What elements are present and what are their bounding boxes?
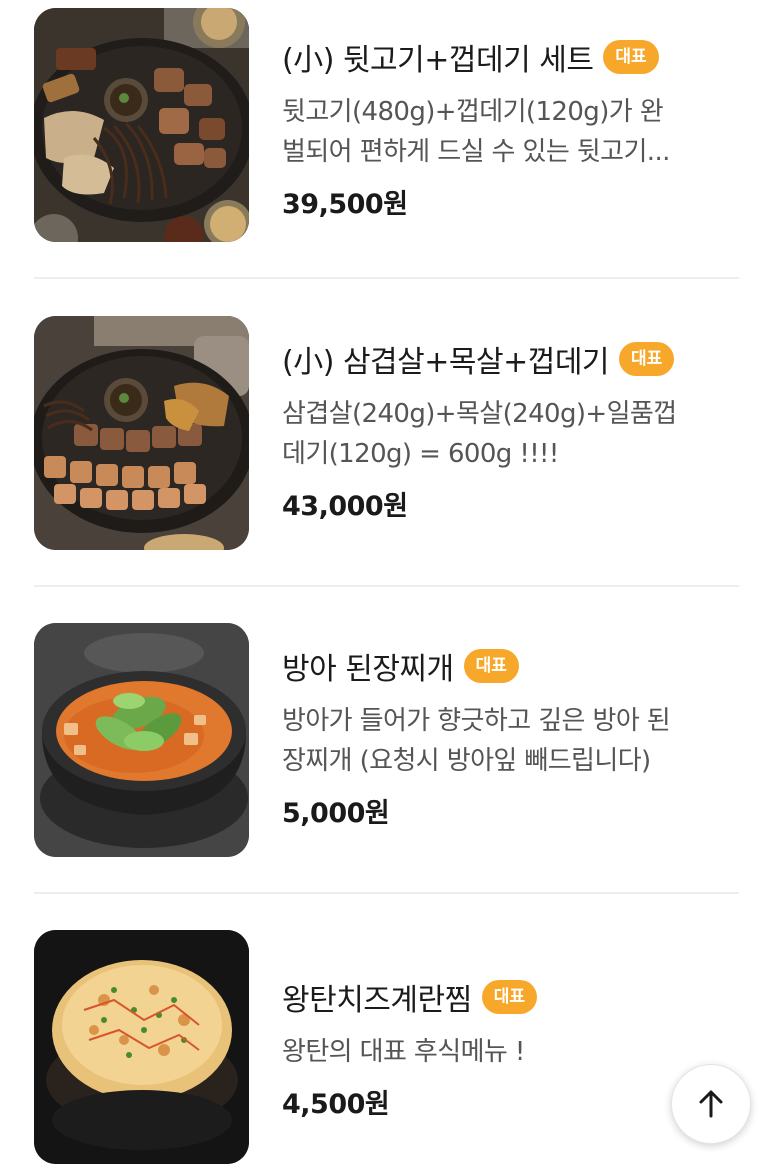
menu-item-description: 왕탄의 대표 후식메뉴 ! bbox=[282, 1037, 525, 1067]
menu-item-description: 삼겹살(240g)+목살(240g)+일품껍 데기(120g) = 600g !… bbox=[282, 399, 677, 469]
pork-belly-neck-skin-platter-image bbox=[34, 316, 249, 550]
signature-badge: 대표 bbox=[481, 980, 537, 1014]
signature-badge: 대표 bbox=[463, 649, 519, 683]
divider bbox=[34, 277, 739, 279]
menu-item[interactable]: 방아 된장찌개 대표 방아가 들어가 향긋하고 깊은 방아 된 장찌개 (요청시… bbox=[0, 623, 773, 863]
signature-badge: 대표 bbox=[619, 342, 675, 376]
menu-item-image[interactable] bbox=[34, 623, 249, 857]
scroll-to-top-button[interactable] bbox=[671, 1064, 751, 1144]
menu-item-price: 39,500원 bbox=[282, 189, 408, 220]
menu-item[interactable]: 왕탄치즈계란찜 대표 왕탄의 대표 후식메뉴 ! 4,500원 bbox=[0, 930, 773, 1170]
menu-item-image[interactable] bbox=[34, 316, 249, 550]
menu-item-title-row: (小) 뒷고기+껍데기 세트 대표 bbox=[282, 36, 742, 78]
menu-item-price: 5,000원 bbox=[282, 798, 390, 829]
signature-badge: 대표 bbox=[603, 40, 659, 74]
menu-item-image[interactable] bbox=[34, 8, 249, 242]
menu-item-title: 왕탄치즈계란찜 bbox=[282, 983, 472, 1018]
grilled-pork-platter-image bbox=[34, 8, 249, 242]
menu-item-title-row: 왕탄치즈계란찜 대표 bbox=[282, 976, 742, 1018]
menu-item-info: (小) 뒷고기+껍데기 세트 대표 뒷고기(480g)+껍데기(120g)가 완… bbox=[282, 36, 742, 221]
menu-item-image[interactable] bbox=[34, 930, 249, 1164]
arrow-up-icon bbox=[699, 1090, 723, 1118]
cheese-steamed-egg-image bbox=[34, 930, 249, 1164]
menu-item-description: 방아가 들어가 향긋하고 깊은 방아 된 장찌개 (요청시 방아잎 빼드립니다) bbox=[282, 706, 671, 776]
menu-item-info: (小) 삼겹살+목살+껍데기 대표 삼겹살(240g)+목살(240g)+일품껍… bbox=[282, 338, 742, 523]
divider bbox=[34, 892, 739, 894]
menu-item-title: (小) 삼겹살+목살+껍데기 bbox=[282, 345, 610, 380]
soybean-paste-stew-image bbox=[34, 623, 249, 857]
divider bbox=[34, 585, 739, 587]
menu-item[interactable]: (小) 삼겹살+목살+껍데기 대표 삼겹살(240g)+목살(240g)+일품껍… bbox=[0, 316, 773, 556]
menu-item-title-row: 방아 된장찌개 대표 bbox=[282, 645, 742, 687]
menu-item-title-row: (小) 삼겹살+목살+껍데기 대표 bbox=[282, 338, 742, 380]
menu-item[interactable]: (小) 뒷고기+껍데기 세트 대표 뒷고기(480g)+껍데기(120g)가 완… bbox=[0, 8, 773, 248]
menu-item-title: 방아 된장찌개 bbox=[282, 652, 454, 687]
menu-item-description: 뒷고기(480g)+껍데기(120g)가 완 벌되어 편하게 드실 수 있는 뒷… bbox=[282, 97, 670, 167]
menu-item-info: 방아 된장찌개 대표 방아가 들어가 향긋하고 깊은 방아 된 장찌개 (요청시… bbox=[282, 645, 742, 830]
menu-item-title: (小) 뒷고기+껍데기 세트 bbox=[282, 43, 594, 78]
menu-item-price: 43,000원 bbox=[282, 491, 408, 522]
